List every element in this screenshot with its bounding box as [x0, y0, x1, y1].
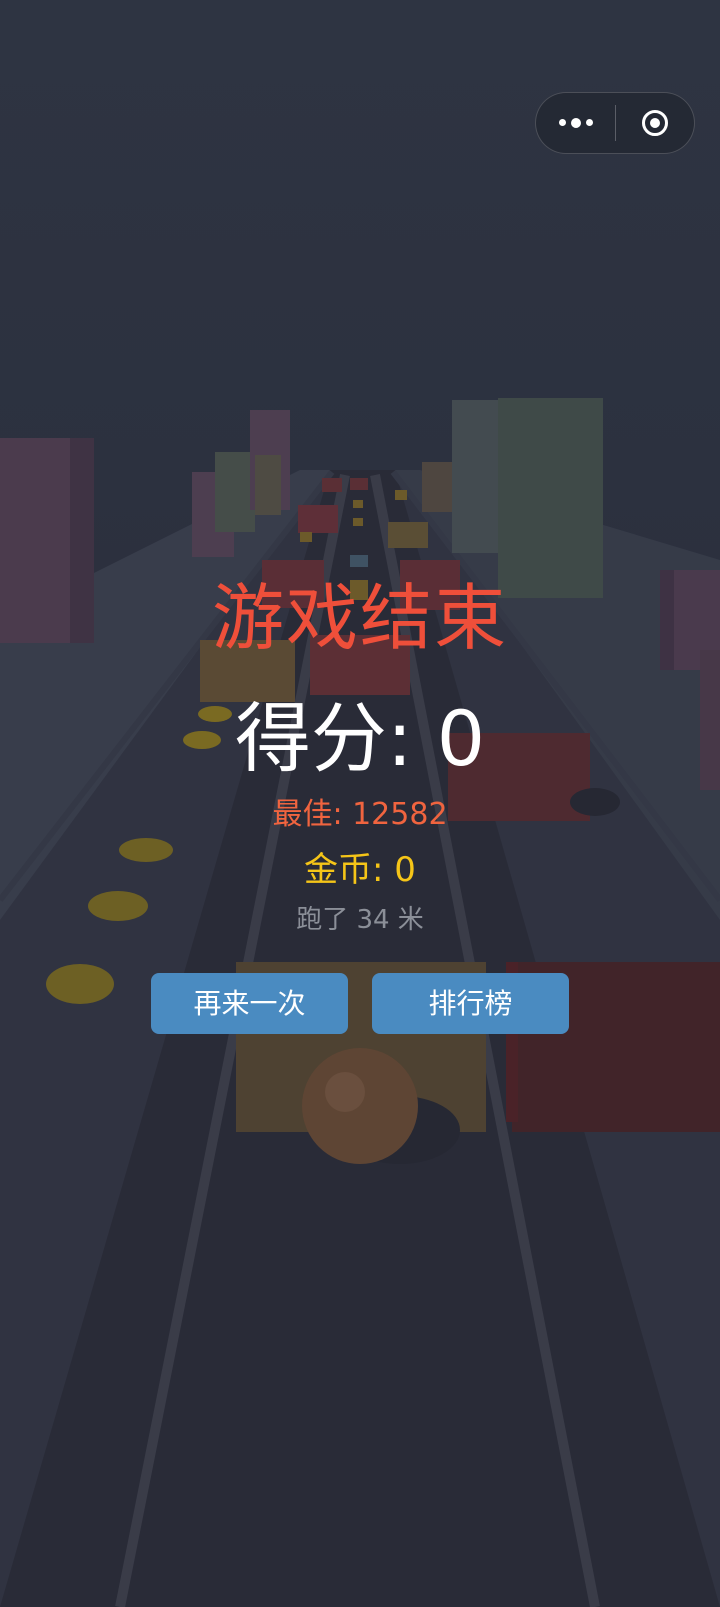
game-over-panel: 游戏结束 得分: 0 最佳: 12582 金币: 0 跑了 34 米 再来一次 …: [0, 0, 720, 1607]
game-screen: 游戏结束 得分: 0 最佳: 12582 金币: 0 跑了 34 米 再来一次 …: [0, 0, 720, 1607]
best-score-text: 最佳: 12582: [272, 797, 448, 832]
distance-text: 跑了 34 米: [296, 905, 424, 935]
game-over-title: 游戏结束: [211, 576, 508, 660]
score-text: 得分: 0: [234, 694, 486, 783]
retry-button[interactable]: 再来一次: [151, 973, 348, 1034]
leaderboard-button[interactable]: 排行榜: [372, 973, 569, 1034]
coins-text: 金币: 0: [304, 850, 416, 890]
